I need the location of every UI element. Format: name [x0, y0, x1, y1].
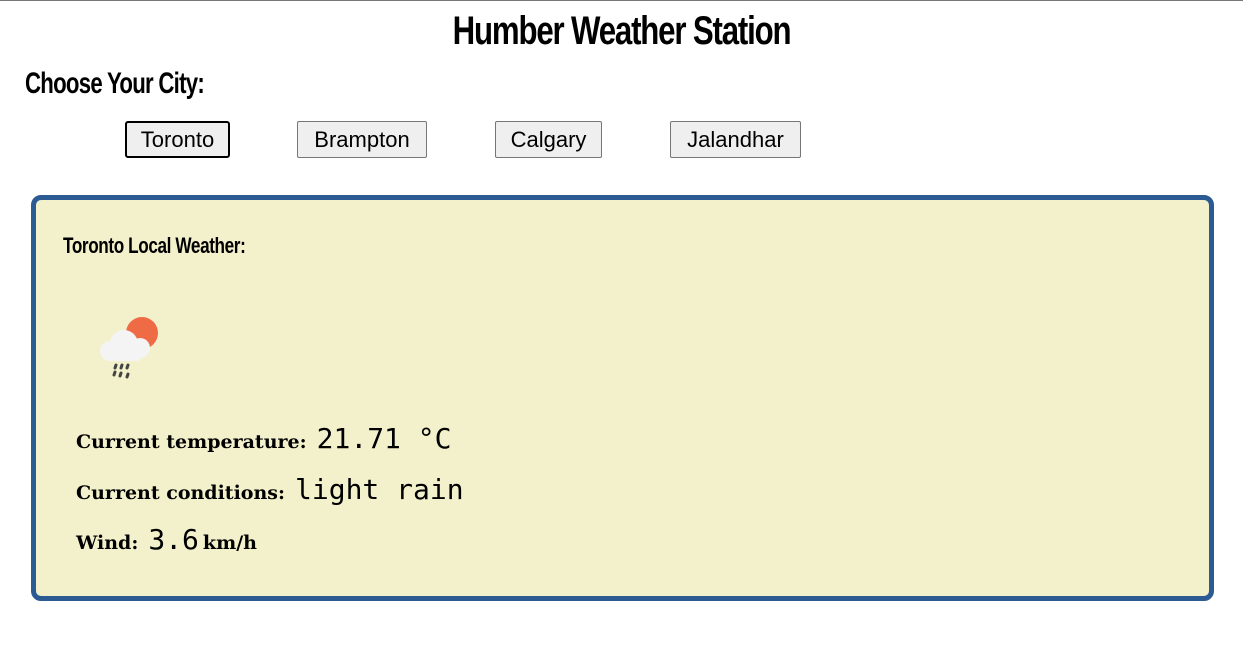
conditions-value: light rain — [295, 473, 464, 506]
temperature-label: Current temperature: — [76, 431, 307, 453]
choose-city-heading: Choose Your City: — [25, 67, 205, 100]
temperature-row: Current temperature: 21.71 °C — [76, 422, 451, 455]
city-button-toronto[interactable]: Toronto — [125, 121, 230, 158]
conditions-row: Current conditions: light rain — [76, 473, 464, 506]
conditions-label: Current conditions: — [76, 482, 285, 504]
local-weather-title: Toronto Local Weather: — [63, 233, 246, 258]
weather-card: Toronto Local Weather: Current temperatu… — [31, 195, 1214, 601]
city-button-brampton[interactable]: Brampton — [297, 121, 427, 158]
temperature-value: 21.71 °C — [316, 422, 452, 455]
city-button-calgary[interactable]: Calgary — [495, 121, 602, 158]
wind-row: Wind: 3.6 km/h — [76, 523, 257, 556]
wind-value: 3.6 — [148, 523, 199, 556]
page-title: Humber Weather Station — [452, 9, 792, 53]
wind-label: Wind: — [76, 532, 139, 554]
wind-unit: km/h — [202, 532, 257, 554]
cloud-sun-rain-icon — [100, 317, 158, 379]
city-button-jalandhar[interactable]: Jalandhar — [670, 121, 801, 158]
